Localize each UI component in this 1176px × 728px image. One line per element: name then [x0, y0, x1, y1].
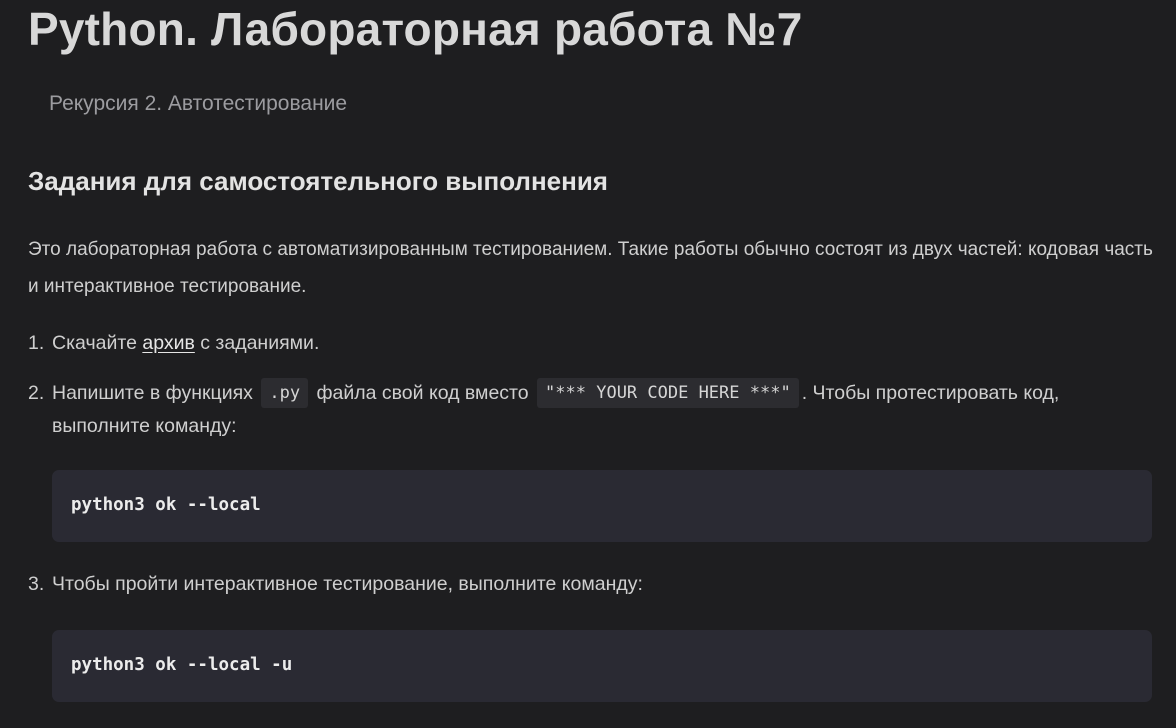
step-number: 3.	[28, 573, 45, 595]
command-text: python3 ok --local	[71, 495, 261, 515]
code-block-test[interactable]: python3 ok --local	[52, 470, 1152, 542]
page-subtitle: Рекурсия 2. Автотестирование	[49, 92, 348, 115]
archive-link[interactable]: архив	[142, 332, 194, 354]
step-2-continuation: выполните команду:	[52, 415, 237, 437]
inline-code-placeholder: "*** YOUR CODE HERE ***"	[537, 378, 799, 408]
code-block-interactive[interactable]: python3 ok --local -u	[52, 630, 1152, 702]
step-number: 2.	[28, 382, 45, 404]
page-title: Python. Лабораторная работа №7	[28, 3, 803, 55]
section-heading: Задания для самостоятельного выполнения	[28, 166, 608, 196]
step-text: с заданиями.	[194, 332, 320, 354]
step-1: 1. Скачайте архив с заданиями.	[28, 332, 319, 355]
step-text: Напишите в функциях	[52, 382, 253, 404]
step-text: Скачайте	[52, 332, 143, 354]
step-2: 2. Напишите в функциях .py файла свой код…	[28, 378, 1059, 408]
step-number: 1.	[28, 332, 45, 354]
step-text: Чтобы пройти интерактивное тестирование,…	[52, 573, 643, 595]
inline-code-extension: .py	[261, 378, 309, 408]
step-text: файла свой код вместо	[316, 382, 529, 404]
step-text: . Чтобы протестировать код,	[801, 382, 1060, 404]
command-text: python3 ok --local -u	[71, 655, 293, 675]
step-3: 3. Чтобы пройти интерактивное тестировани…	[28, 573, 643, 596]
intro-paragraph: Это лабораторная работа с автоматизирова…	[28, 239, 1153, 297]
